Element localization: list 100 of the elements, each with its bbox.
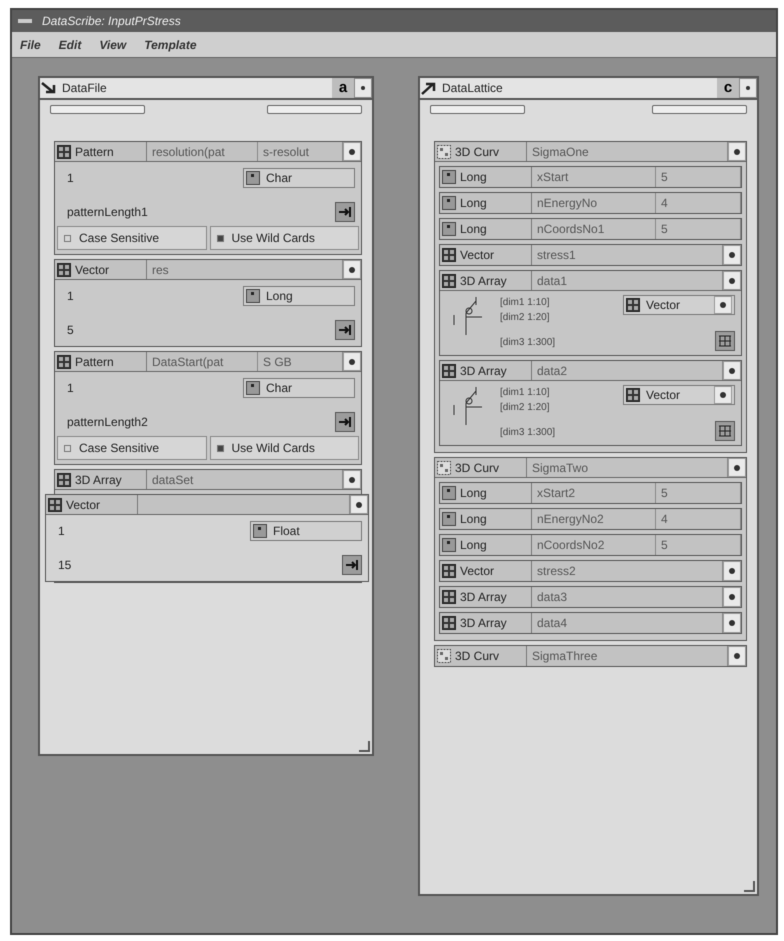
menu-button[interactable] bbox=[728, 458, 746, 477]
expand-button[interactable] bbox=[715, 331, 735, 351]
menu-button[interactable] bbox=[343, 142, 361, 161]
value-field[interactable]: 5 bbox=[656, 219, 741, 239]
grid-icon bbox=[57, 262, 71, 276]
type-label: Long bbox=[460, 221, 487, 238]
add-button[interactable] bbox=[335, 320, 355, 340]
menu-button[interactable] bbox=[723, 613, 741, 633]
grid-icon bbox=[57, 472, 71, 486]
dropdown-button[interactable] bbox=[354, 78, 372, 98]
name-field[interactable]: resolution(pat bbox=[147, 142, 258, 161]
value-field[interactable]: 4 bbox=[656, 509, 741, 529]
dot-icon bbox=[348, 358, 356, 366]
dimension-label: [dim1 1:10] bbox=[500, 296, 550, 310]
element-type-dropdown[interactable]: Vector bbox=[623, 295, 735, 315]
element-type-dropdown[interactable]: Float bbox=[250, 521, 362, 541]
square-icon bbox=[246, 381, 260, 395]
checkbox-option[interactable]: Case Sensitive bbox=[57, 436, 206, 460]
arrow-bar-icon bbox=[345, 558, 359, 572]
add-button[interactable] bbox=[335, 412, 355, 432]
type-label: 3D Array bbox=[75, 472, 122, 488]
add-button[interactable] bbox=[335, 202, 355, 222]
dot-icon bbox=[728, 619, 736, 627]
add-button[interactable] bbox=[342, 555, 362, 575]
slider-field[interactable] bbox=[267, 105, 362, 114]
checkbox-option[interactable]: Case Sensitive bbox=[57, 226, 206, 250]
menu-button[interactable] bbox=[723, 245, 741, 265]
menu-item[interactable]: File bbox=[20, 36, 41, 54]
checkbox[interactable] bbox=[64, 234, 71, 242]
dot-icon bbox=[733, 652, 741, 660]
element-type-dropdown[interactable]: Vector bbox=[623, 385, 735, 405]
dot-icon bbox=[728, 251, 736, 259]
value-field[interactable]: 4 bbox=[656, 193, 741, 213]
element-type-dropdown[interactable]: Char bbox=[243, 378, 355, 398]
grid-icon bbox=[57, 354, 71, 368]
dot-icon bbox=[745, 85, 751, 91]
menu-button[interactable] bbox=[723, 361, 741, 380]
grid-icon bbox=[442, 364, 456, 378]
grid-icon bbox=[442, 274, 456, 288]
menu-button[interactable] bbox=[723, 271, 741, 290]
name-field[interactable]: nCoordsNo1 bbox=[532, 219, 656, 239]
grid-icon bbox=[442, 248, 456, 262]
panel-title: DataFile bbox=[61, 80, 108, 97]
arrow-bar-icon bbox=[338, 323, 352, 337]
arrow-icon bbox=[40, 81, 58, 95]
expand-button[interactable] bbox=[715, 421, 735, 441]
checkbox-option[interactable]: Use Wild Cards bbox=[210, 436, 359, 460]
mode-button[interactable]: c bbox=[717, 78, 739, 98]
menu-button[interactable] bbox=[350, 495, 368, 514]
element-type-dropdown[interactable]: Long bbox=[243, 286, 355, 306]
grid-icon bbox=[442, 590, 456, 604]
type-label: Vector bbox=[460, 247, 494, 264]
dimension-label: [dim2 1:20] bbox=[500, 401, 550, 415]
checkbox-option[interactable]: Use Wild Cards bbox=[210, 226, 359, 250]
slider-field[interactable] bbox=[430, 105, 525, 114]
checkbox[interactable] bbox=[216, 234, 224, 242]
grid-lines-icon bbox=[718, 424, 732, 438]
grid-lines-icon bbox=[718, 334, 732, 348]
type-label: 3D Curv bbox=[455, 460, 500, 476]
menu-button[interactable] bbox=[723, 587, 741, 607]
menu-button[interactable] bbox=[728, 646, 746, 666]
menu-button[interactable] bbox=[728, 142, 746, 161]
menu-button[interactable] bbox=[714, 386, 732, 404]
type-label: Pattern bbox=[75, 354, 114, 370]
menu-button[interactable] bbox=[343, 470, 361, 489]
mode-button[interactable]: a bbox=[332, 78, 354, 98]
index-label: 1 bbox=[58, 523, 65, 540]
menu-button[interactable] bbox=[343, 260, 361, 279]
name-field[interactable]: DataStart(pat bbox=[147, 352, 258, 371]
menu-button[interactable] bbox=[343, 352, 361, 371]
name-field[interactable]: nCoordsNo2 bbox=[532, 535, 656, 555]
checkbox[interactable] bbox=[64, 444, 71, 452]
dimension-label: [dim3 1:300] bbox=[500, 426, 556, 440]
name-field[interactable]: nEnergyNo bbox=[532, 193, 656, 213]
menu-button[interactable] bbox=[714, 296, 732, 314]
index-label: 1 bbox=[67, 380, 74, 397]
name-field[interactable]: xStart bbox=[532, 167, 656, 187]
resize-grip-icon bbox=[743, 880, 755, 892]
name-field[interactable]: nEnergyNo2 bbox=[532, 509, 656, 529]
type-label: 3D Curv bbox=[455, 144, 500, 160]
dropdown-button[interactable] bbox=[739, 78, 757, 98]
type-label: Long bbox=[460, 511, 487, 528]
menu-item[interactable]: View bbox=[99, 36, 126, 54]
menu-button[interactable] bbox=[723, 561, 741, 581]
type-label: 3D Array bbox=[460, 589, 507, 606]
window-title: DataScribe: InputPrStress bbox=[42, 13, 181, 30]
value-field[interactable]: 5 bbox=[656, 167, 741, 187]
checkbox[interactable] bbox=[216, 444, 224, 452]
element-type-dropdown[interactable]: Char bbox=[243, 168, 355, 188]
length-label: patternLength2 bbox=[67, 414, 148, 431]
menu-item[interactable]: Template bbox=[144, 36, 196, 54]
value-field[interactable]: 5 bbox=[656, 483, 741, 503]
name-field[interactable]: xStart2 bbox=[532, 483, 656, 503]
dot-icon bbox=[348, 476, 356, 484]
menu-item[interactable]: Edit bbox=[58, 36, 82, 54]
grid-icon bbox=[626, 388, 640, 402]
value-field[interactable]: 5 bbox=[656, 535, 741, 555]
grid-icon bbox=[442, 616, 456, 630]
slider-field[interactable] bbox=[50, 105, 145, 114]
slider-field[interactable] bbox=[652, 105, 747, 114]
